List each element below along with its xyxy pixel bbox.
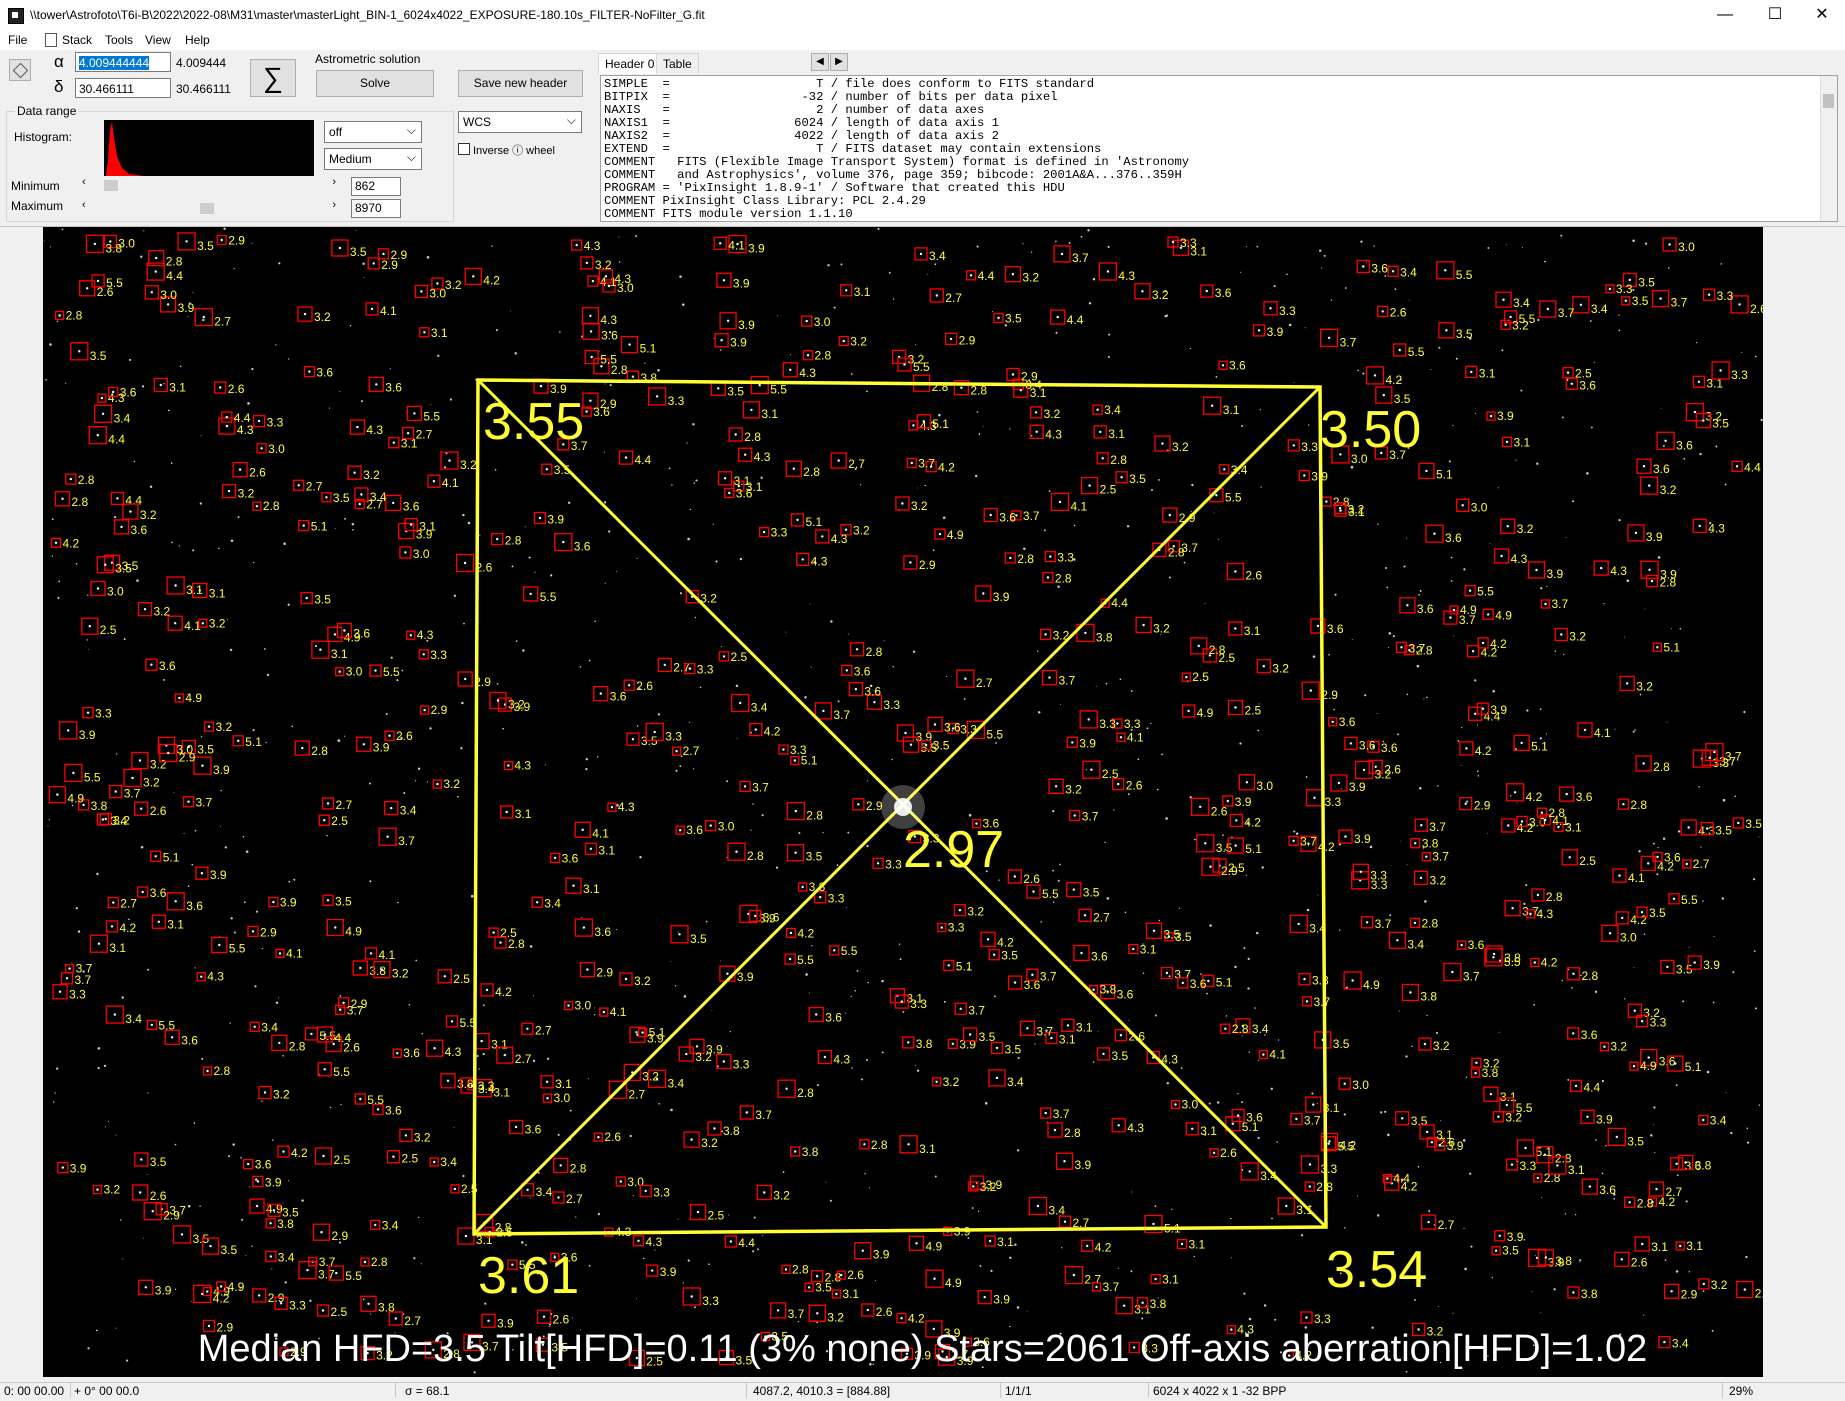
status-frames: 1/1/1 <box>1005 1384 1032 1398</box>
status-separator <box>1722 1383 1723 1398</box>
fit-window-button[interactable] <box>9 59 31 81</box>
solve-button[interactable]: Solve <box>316 70 434 97</box>
status-dec: + 0° 00 00.0 <box>74 1384 140 1398</box>
header-scroll-thumb[interactable] <box>1823 94 1834 108</box>
center-hfd: 2.97 <box>903 821 1004 879</box>
astrometric-group-label: Astrometric solution <box>313 52 423 66</box>
corner-hfd-top-left: 3.55 <box>483 393 584 451</box>
save-header-button[interactable]: Save new header <box>458 70 583 97</box>
status-bar <box>0 1382 1845 1401</box>
quality-select[interactable]: Medium <box>324 147 422 170</box>
menu-file[interactable]: File <box>8 33 27 47</box>
corner-hfd-bottom-right: 3.54 <box>1326 1241 1427 1299</box>
window-title: \\tower\Astrofoto\T6i-B\2022\2022-08\M31… <box>30 8 705 22</box>
analysis-summary: Median HFD=3.5 Tilt[HFD]=0.11 (3% none) … <box>197 1328 1648 1370</box>
tab-table[interactable]: Table <box>656 53 699 74</box>
menu-tools[interactable]: Tools <box>105 33 133 47</box>
close-button[interactable]: ✕ <box>1799 0 1845 30</box>
diamond-icon <box>12 62 29 79</box>
maximize-button[interactable]: ☐ <box>1752 0 1798 30</box>
maximum-slider-thumb[interactable] <box>200 203 214 214</box>
maximum-input[interactable]: 8970 <box>351 199 401 218</box>
alpha-input[interactable]: 4.009444444 <box>75 52 171 72</box>
alpha-value: 4.009444 <box>176 56 227 70</box>
minimum-label: Minimum <box>11 179 60 193</box>
header-scrollbar[interactable] <box>1820 76 1837 221</box>
stretch-select[interactable]: off <box>324 120 422 143</box>
corner-hfd-top-right: 3.50 <box>1320 401 1421 459</box>
status-dims: 6024 x 4022 x 1 -32 BPP <box>1153 1384 1287 1398</box>
menu-stack[interactable]: Stack <box>62 33 92 47</box>
menu-bar <box>0 30 1845 50</box>
menu-view[interactable]: View <box>145 33 171 47</box>
inverse-label: Inverse ⓘ wheel <box>473 145 555 157</box>
stack-icon <box>45 33 57 47</box>
tab-prev-button[interactable]: ◀ <box>811 53 829 71</box>
tilt-overlay: 3.55 3.50 3.61 3.54 2.97 <box>472 378 1427 1305</box>
status-ra: 0: 00 00.00 <box>4 1384 65 1398</box>
maximum-label: Maximum <box>11 199 64 213</box>
status-sigma: σ = 68.1 <box>405 1384 450 1398</box>
menu-help[interactable]: Help <box>185 33 210 47</box>
minimize-button[interactable]: — <box>1702 0 1748 30</box>
app-icon <box>8 8 24 24</box>
wcs-select[interactable]: WCS <box>458 110 582 133</box>
delta-symbol: δ <box>54 77 64 96</box>
corner-hfd-bottom-left: 3.61 <box>478 1247 579 1305</box>
status-zoom: 29% <box>1729 1384 1754 1398</box>
fits-header-box[interactable]: SIMPLE = T / file does conform to FITS s… <box>600 75 1838 222</box>
histogram-bg <box>104 120 314 176</box>
delta-input[interactable]: 30.466111 <box>75 78 171 98</box>
data-range-label: Data range <box>15 104 79 118</box>
status-separator <box>395 1383 396 1398</box>
status-separator <box>1148 1383 1149 1398</box>
maximum-slider[interactable]: ‹ › <box>82 199 336 215</box>
tab-header0[interactable]: Header 0 <box>598 53 662 74</box>
alpha-symbol: α <box>54 52 64 71</box>
status-separator <box>746 1383 747 1398</box>
status-separator <box>70 1383 71 1398</box>
tab-next-button[interactable]: ▶ <box>830 53 848 71</box>
histogram-label: Histogram: <box>14 130 73 144</box>
minimum-input[interactable]: 862 <box>351 177 401 196</box>
inverse-checkbox[interactable] <box>458 143 470 155</box>
minimum-slider-thumb[interactable] <box>104 180 118 191</box>
fits-header-text: SIMPLE = T / file does conform to FITS s… <box>604 77 1190 221</box>
minimum-slider[interactable]: ‹ › <box>82 176 336 192</box>
delta-value: 30.466111 <box>176 82 231 96</box>
histogram-display <box>104 120 314 176</box>
status-separator <box>1000 1383 1001 1398</box>
status-pixel: 4087.2, 4010.3 = [884.88] <box>753 1384 891 1398</box>
alpha-input-text: 4.009444444 <box>79 56 150 70</box>
sum-button[interactable]: ∑ <box>250 59 296 97</box>
